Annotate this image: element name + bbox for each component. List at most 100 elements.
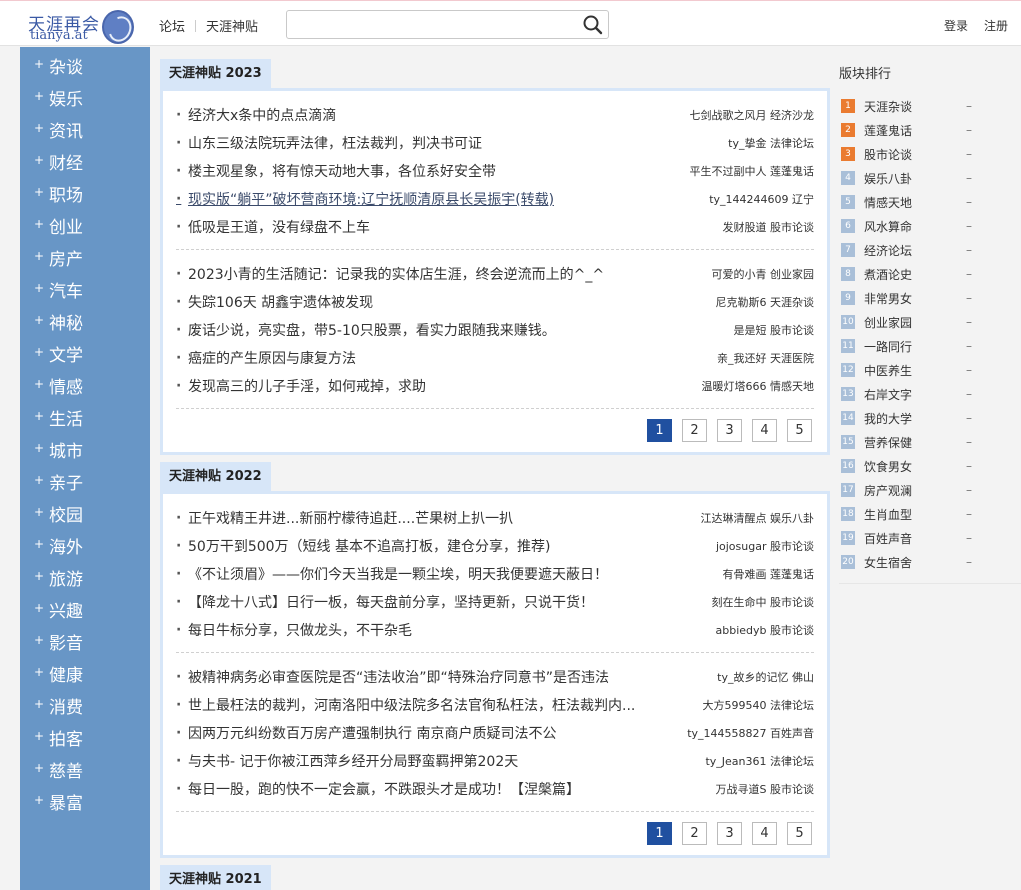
register-link[interactable]: 注册 — [984, 17, 1008, 34]
section-title[interactable]: 天涯神贴 2023 — [160, 59, 271, 88]
login-link[interactable]: 登录 — [944, 17, 968, 34]
page-button[interactable]: 4 — [752, 822, 777, 845]
topic-title-link[interactable]: 因两万元纠纷数百万房产遭强制执行 南京商户质疑司法不公 — [176, 723, 556, 743]
topic-title-link[interactable]: 正午戏精王井进...新丽柠檬待追赶....芒果树上扒一扒 — [176, 508, 513, 528]
rank-board-link[interactable]: 饮食男女 — [855, 458, 966, 475]
topic-title-link[interactable]: 废话少说，亮实盘，带5-10只股票，看实力跟随我来赚钱。 — [176, 320, 556, 340]
ranking-item[interactable]: 13 右岸文字 – — [839, 382, 1021, 406]
rank-board-link[interactable]: 女生宿舍 — [855, 554, 966, 571]
rank-board-link[interactable]: 创业家园 — [855, 314, 966, 331]
sidebar-item[interactable]: + 慈善 — [20, 756, 150, 788]
sidebar-item[interactable]: + 亲子 — [20, 468, 150, 500]
sidebar-item[interactable]: + 汽车 — [20, 276, 150, 308]
topic-author-board[interactable]: ty_故乡的记忆 佛山 — [717, 669, 814, 685]
ranking-item[interactable]: 6 风水算命 – — [839, 214, 1021, 238]
sidebar-item[interactable]: + 拍客 — [20, 724, 150, 756]
ranking-item[interactable]: 10 创业家园 – — [839, 310, 1021, 334]
topic-title-link[interactable]: 低吸是王道，没有绿盘不上车 — [176, 217, 370, 237]
sidebar-item[interactable]: + 资讯 — [20, 116, 150, 148]
topic-author-board[interactable]: 可爱的小青 创业家园 — [712, 266, 815, 282]
ranking-item[interactable]: 9 非常男女 – — [839, 286, 1021, 310]
ranking-item[interactable]: 11 一路同行 – — [839, 334, 1021, 358]
rank-board-link[interactable]: 股市论谈 — [855, 146, 966, 163]
sidebar-item[interactable]: + 情感 — [20, 372, 150, 404]
sidebar-item[interactable]: + 海外 — [20, 532, 150, 564]
ranking-item[interactable]: 17 房产观澜 – — [839, 478, 1021, 502]
rank-board-link[interactable]: 非常男女 — [855, 290, 966, 307]
page-button[interactable]: 5 — [787, 822, 812, 845]
rank-board-link[interactable]: 风水算命 — [855, 218, 966, 235]
sidebar-item[interactable]: + 影音 — [20, 628, 150, 660]
sidebar-item[interactable]: + 财经 — [20, 148, 150, 180]
sidebar-item[interactable]: + 生活 — [20, 404, 150, 436]
ranking-item[interactable]: 19 百姓声音 – — [839, 526, 1021, 550]
sidebar-item[interactable]: + 娱乐 — [20, 84, 150, 116]
rank-board-link[interactable]: 莲蓬鬼话 — [855, 122, 966, 139]
page-button[interactable]: 2 — [682, 419, 707, 442]
sidebar-item[interactable]: + 神秘 — [20, 308, 150, 340]
topic-title-link[interactable]: 世上最枉法的裁判，河南洛阳中级法院多名法官徇私枉法，枉法裁判内... — [176, 695, 635, 715]
sidebar-item[interactable]: + 职场 — [20, 180, 150, 212]
nav-shentie-link[interactable]: 天涯神贴 — [206, 16, 258, 35]
topic-title-link[interactable]: 山东三级法院玩弄法律，枉法裁判，判决书可证 — [176, 133, 482, 153]
rank-board-link[interactable]: 天涯杂谈 — [855, 98, 966, 115]
topic-author-board[interactable]: 有骨难画 莲蓬鬼话 — [723, 566, 815, 582]
rank-board-link[interactable]: 娱乐八卦 — [855, 170, 966, 187]
ranking-item[interactable]: 15 营养保健 – — [839, 430, 1021, 454]
ranking-item[interactable]: 2 莲蓬鬼话 – — [839, 118, 1021, 142]
topic-author-board[interactable]: ty_144558827 百姓声音 — [687, 725, 814, 741]
ranking-item[interactable]: 14 我的大学 – — [839, 406, 1021, 430]
topic-author-board[interactable]: 尼克勒斯6 天涯杂谈 — [716, 294, 815, 310]
topic-author-board[interactable]: 亲_我还好 天涯医院 — [717, 350, 814, 366]
ranking-item[interactable]: 16 饮食男女 – — [839, 454, 1021, 478]
topic-title-link[interactable]: 每日一股，跑的快不一定会赢，不跌跟头才是成功！【涅槃篇】 — [176, 779, 580, 799]
page-button[interactable]: 2 — [682, 822, 707, 845]
topic-author-board[interactable]: 刻在生命中 股市论谈 — [712, 594, 815, 610]
page-button[interactable]: 3 — [717, 419, 742, 442]
search-input[interactable] — [287, 11, 567, 38]
section-title[interactable]: 天涯神贴 2022 — [160, 462, 271, 491]
page-button[interactable]: 1 — [647, 822, 672, 845]
rank-board-link[interactable]: 经济论坛 — [855, 242, 966, 259]
topic-title-link[interactable]: 发现高三的儿子手淫，如何戒掉，求助 — [176, 376, 426, 396]
topic-author-board[interactable]: 平生不过副中人 莲蓬鬼话 — [690, 163, 815, 179]
topic-title-link[interactable]: 2023小青的生活随记：记录我的实体店生涯，终会逆流而上的^_^ — [176, 264, 604, 284]
ranking-item[interactable]: 1 天涯杂谈 – — [839, 94, 1021, 118]
ranking-item[interactable]: 8 煮酒论史 – — [839, 262, 1021, 286]
sidebar-item[interactable]: + 创业 — [20, 212, 150, 244]
rank-board-link[interactable]: 一路同行 — [855, 338, 966, 355]
sidebar-item[interactable]: + 城市 — [20, 436, 150, 468]
topic-title-link[interactable]: 《不让须眉》——你们今天当我是一颗尘埃，明天我便要遮天蔽日！ — [176, 564, 608, 584]
rank-board-link[interactable]: 百姓声音 — [855, 530, 966, 547]
topic-author-board[interactable]: abbiedyb 股市论谈 — [715, 622, 814, 638]
topic-title-link[interactable]: 楼主观星象，将有惊天动地大事，各位系好安全带 — [176, 161, 496, 181]
page-button[interactable]: 5 — [787, 419, 812, 442]
topic-title-link[interactable]: 每日牛标分享，只做龙头，不干杂毛 — [176, 620, 412, 640]
search-icon[interactable] — [582, 14, 604, 36]
rank-board-link[interactable]: 中医养生 — [855, 362, 966, 379]
rank-board-link[interactable]: 营养保健 — [855, 434, 966, 451]
topic-title-link[interactable]: 【降龙十八式】日行一板，每天盘前分享，坚持更新，只说干货！ — [176, 592, 594, 612]
topic-author-board[interactable]: 是是短 股市论谈 — [734, 322, 815, 338]
sidebar-item[interactable]: + 校园 — [20, 500, 150, 532]
page-button[interactable]: 4 — [752, 419, 777, 442]
topic-title-link[interactable]: 经济大x条中的点点滴滴 — [176, 105, 336, 125]
ranking-item[interactable]: 20 女生宿舍 – — [839, 550, 1021, 574]
topic-author-board[interactable]: ty_144244609 辽宁 — [709, 191, 814, 207]
topic-title-link[interactable]: 癌症的产生原因与康复方法 — [176, 348, 356, 368]
section-title[interactable]: 天涯神贴 2021 — [160, 865, 271, 890]
topic-author-board[interactable]: 江达琳清醒点 娱乐八卦 — [701, 510, 815, 526]
topic-author-board[interactable]: jojosugar 股市论谈 — [716, 538, 814, 554]
topic-author-board[interactable]: 发财股道 股市论谈 — [723, 219, 815, 235]
ranking-item[interactable]: 7 经济论坛 – — [839, 238, 1021, 262]
ranking-item[interactable]: 5 情感天地 – — [839, 190, 1021, 214]
topic-author-board[interactable]: 大方599540 法律论坛 — [703, 697, 815, 713]
topic-title-link[interactable]: 被精神病务必审查医院是否“违法收治”即“特殊治疗同意书”是否违法 — [176, 667, 609, 687]
rank-board-link[interactable]: 房产观澜 — [855, 482, 966, 499]
page-button[interactable]: 1 — [647, 419, 672, 442]
sidebar-item[interactable]: + 旅游 — [20, 564, 150, 596]
topic-title-link[interactable]: 失踪106天 胡鑫宇遗体被发现 — [176, 292, 373, 312]
sidebar-item[interactable]: + 健康 — [20, 660, 150, 692]
ranking-item[interactable]: 18 生肖血型 – — [839, 502, 1021, 526]
sidebar-item[interactable]: + 兴趣 — [20, 596, 150, 628]
